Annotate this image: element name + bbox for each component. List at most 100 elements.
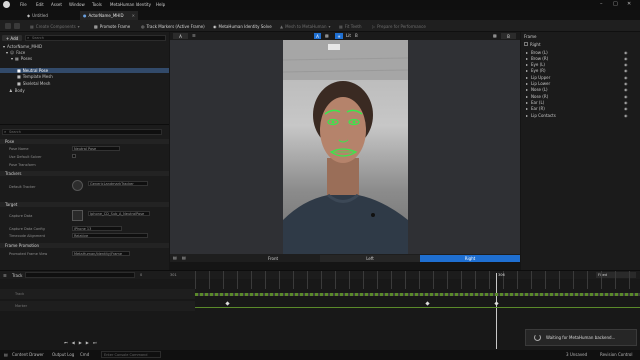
playhead[interactable] [496, 273, 497, 349]
menu-asset[interactable]: Asset [51, 2, 62, 7]
tab-close-icon[interactable]: ✕ [132, 13, 135, 18]
keyframe-marker[interactable] [225, 301, 230, 306]
tree-item-face[interactable]: ▾ ☺ Face [0, 50, 169, 55]
timeline-row-marker[interactable]: Marker [0, 301, 195, 311]
output-log-button[interactable]: Output Log [52, 352, 74, 357]
checkbox-icon[interactable] [524, 42, 528, 46]
eye-icon[interactable]: ◉ [624, 50, 628, 55]
capture-data-config-dropdown[interactable]: iPhone 13 [72, 226, 122, 231]
chevron-right-icon[interactable]: ▸ [526, 68, 528, 73]
eye-icon[interactable]: ◉ [624, 94, 628, 99]
eye-icon[interactable]: ◉ [624, 75, 628, 80]
browse-icon[interactable] [14, 23, 20, 29]
pose-name-field[interactable]: Neutral Pose [72, 146, 120, 151]
chevron-right-icon[interactable]: ▸ [526, 75, 528, 80]
chevron-right-icon[interactable]: ▸ [526, 81, 528, 86]
save-icon[interactable] [5, 23, 11, 29]
play-icon[interactable]: ▶ [79, 340, 82, 345]
viewport-menu-icon[interactable]: ☰ [192, 33, 196, 38]
track-markers-button[interactable]: ◎ Track Markers (Active Frame) [141, 22, 205, 30]
camera-icon[interactable]: ▩ [325, 33, 329, 38]
menu-window[interactable]: Window [69, 2, 85, 7]
timecode-alignment-dropdown[interactable]: Relative [72, 233, 148, 238]
frame-item[interactable]: ▸ Nose (R) ◉ [526, 93, 628, 99]
section-trackers[interactable]: Trackers [0, 171, 169, 176]
frame-item[interactable]: ▸ Lip Lower ◉ [526, 81, 628, 87]
prepare-performance-button[interactable]: ▷ Prepare for Performance [372, 22, 426, 30]
eye-icon[interactable]: ◉ [624, 68, 628, 73]
frame-item[interactable]: ▸ Lip Contacts ◉ [526, 112, 628, 118]
frame-item[interactable]: ▸ Eye (L) ◉ [526, 62, 628, 68]
chevron-right-icon[interactable]: ▸ [526, 113, 528, 118]
eye-icon[interactable]: ◉ [624, 87, 628, 92]
section-frame-promotion[interactable]: Frame Promotion [0, 243, 169, 248]
chevron-right-icon[interactable]: ▸ [526, 62, 528, 67]
timeline-search-input[interactable] [25, 272, 135, 278]
menu-edit[interactable]: Edit [36, 2, 44, 7]
keyframe-marker[interactable] [425, 301, 430, 306]
tree-item-skeletal-mesh[interactable]: ■ Skeletal Mesh [0, 81, 169, 86]
frame-item[interactable]: ▸ Brow (R) ◉ [526, 55, 628, 61]
timeline-row-track[interactable]: Track [0, 289, 195, 299]
timeline-track-icon[interactable]: ☰ [3, 273, 7, 278]
view-b-toggle[interactable]: B [501, 33, 516, 39]
tree-item-root[interactable]: ▾ ActorName_MHID [0, 44, 169, 49]
menu-file[interactable]: File [20, 2, 27, 7]
right-view-button[interactable]: Right [420, 255, 520, 262]
cmd-dropdown[interactable]: Cmd [80, 352, 89, 357]
camera-b-icon[interactable]: ▩ [493, 33, 497, 38]
tree-item-template-mesh[interactable]: ■ Template Mesh [0, 74, 169, 79]
minimize-icon[interactable]: – [600, 1, 603, 7]
tree-item-body[interactable]: ♟ Body [0, 88, 169, 93]
tree-item-neutral-pose[interactable]: ■ Neutral Pose [0, 68, 169, 73]
menu-metahuman-identity[interactable]: MetaHuman Identity [110, 2, 151, 7]
promoted-frame-view-dropdown[interactable]: MetaHuman/Identity/Frame [72, 251, 130, 256]
lit-label[interactable]: Lit [346, 33, 351, 38]
search-input[interactable]: Search [25, 35, 166, 41]
tab-actor[interactable]: ● ActorName_MHID ✕ [80, 11, 138, 20]
frame-item[interactable]: ▸ Ear (R) ◉ [526, 106, 628, 112]
eye-icon[interactable]: ◉ [624, 100, 628, 105]
eye-icon[interactable]: ◉ [624, 106, 628, 111]
eye-icon[interactable]: ◉ [624, 81, 628, 86]
frame-item[interactable]: ▸ Brow (L) ◉ [526, 49, 628, 55]
frame-icon[interactable]: ▤ [173, 255, 177, 260]
unsaved-indicator[interactable]: 3 Unsaved [566, 352, 587, 357]
add-button[interactable]: + Add [2, 35, 22, 41]
chevron-right-icon[interactable]: ▸ [526, 94, 528, 99]
step-back-icon[interactable]: ◀ [72, 340, 75, 345]
mesh-to-metahuman-button[interactable]: ▲ Mesh to MetaHuman ▾ [280, 22, 331, 30]
section-pose[interactable]: Pose [0, 139, 169, 144]
frame-item[interactable]: ▸ Eye (R) ◉ [526, 68, 628, 74]
camera-b-label[interactable]: B [355, 33, 358, 38]
maximize-icon[interactable]: □ [613, 1, 618, 7]
fit-teeth-button[interactable]: ▦ Fit Teeth [339, 22, 362, 30]
skip-back-icon[interactable]: ⏮ [64, 340, 68, 345]
frame-item[interactable]: ▸ Ear (L) ◉ [526, 99, 628, 105]
view-a-toggle[interactable]: A [173, 33, 188, 39]
viewport[interactable]: A ☰ A ▩ ☀ Lit B ▩ B ▤ ▤ Front Left Right [170, 32, 520, 262]
chevron-right-icon[interactable]: ▸ [526, 106, 528, 111]
chevron-right-icon[interactable]: ▸ [526, 100, 528, 105]
step-forward-icon[interactable]: ▶ [86, 340, 89, 345]
promote-frame-button[interactable]: ▩ Promote Frame [94, 22, 130, 30]
section-target[interactable]: Target [0, 202, 169, 207]
chevron-right-icon[interactable]: ▸ [526, 56, 528, 61]
default-tracker-dropdown[interactable]: GenericLandmarkTracker [88, 181, 148, 186]
close-icon[interactable]: ✕ [627, 1, 631, 7]
create-components-button[interactable]: ▦ Create Components ▾ [30, 22, 80, 30]
use-default-solver-checkbox[interactable] [72, 154, 76, 158]
content-drawer-icon[interactable]: ▤ [4, 352, 8, 357]
keyframe-marker[interactable] [494, 301, 499, 306]
unreal-logo-icon[interactable] [3, 1, 10, 8]
identity-solve-button[interactable]: ◉ MetaHuman Identity Solve [213, 22, 272, 30]
frame-root[interactable]: Right [524, 41, 541, 47]
lit-toggle[interactable]: ☀ [335, 33, 343, 39]
tree-item-poses[interactable]: ▾ ▦ Poses [0, 56, 169, 61]
skip-forward-icon[interactable]: ⏭ [93, 340, 97, 345]
eye-icon[interactable]: ◉ [624, 56, 628, 61]
chevron-right-icon[interactable]: ▸ [526, 87, 528, 92]
left-view-button[interactable]: Left [320, 255, 420, 262]
tab-untitled[interactable]: ◆ Untitled [24, 11, 70, 20]
eye-icon[interactable]: ◉ [624, 113, 628, 118]
